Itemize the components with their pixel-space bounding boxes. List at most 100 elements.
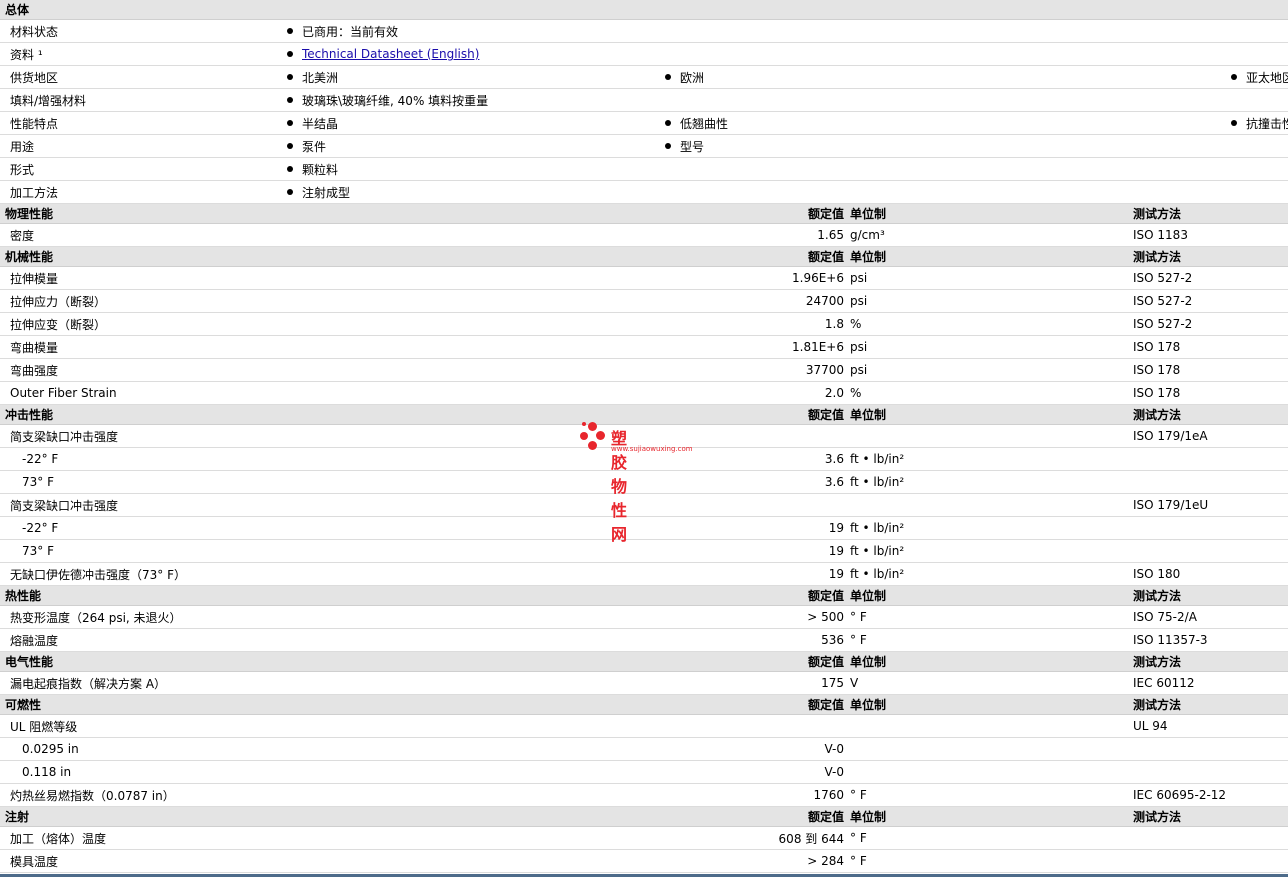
property-value (665, 493, 850, 517)
property-value: 3.6 (665, 470, 850, 494)
bullet-icon (665, 143, 671, 149)
property-value: 1.96E+6 (665, 266, 850, 290)
method-header: 测试方法 (1133, 203, 1288, 224)
item-cell: 抗撞击性，良好 (1133, 111, 1288, 135)
test-method: IEC 60112 (1133, 671, 1288, 695)
property-label: Outer Fiber Strain (0, 381, 665, 405)
test-method (1133, 539, 1288, 563)
item-cell: 型号 (665, 134, 1288, 158)
item-cell: 玻璃珠\玻璃纤维, 40% 填料按重量 (287, 88, 1288, 112)
test-method: ISO 178 (1133, 381, 1288, 405)
section-header: 物理性能 额定值 单位制 测试方法 (0, 203, 1288, 224)
property-row: -22° F 19 ft • lb/in² (0, 516, 1288, 540)
section-title: 电气性能 (0, 651, 665, 672)
property-label: 拉伸应力（断裂） (0, 289, 665, 313)
property-row: Outer Fiber Strain 2.0% ISO 178 (0, 381, 1288, 405)
property-label: 灼热丝易燃指数（0.0787 in） (0, 783, 665, 807)
test-method: ISO 178 (1133, 335, 1288, 359)
item-cell: 颗粒料 (287, 157, 1288, 181)
property-value: 19 (665, 516, 850, 540)
general-row: 供货地区北美洲 欧洲 亚太地区 (0, 65, 1288, 89)
property-unit: psi (850, 358, 1133, 382)
item-text: 型号 (680, 139, 705, 154)
test-method: IEC 60695-2-12 (1133, 783, 1288, 807)
unit-header: 单位制 (850, 404, 1133, 425)
datasheet-table: 总体 材料状态 已商用：当前有效 资料 ¹ Technical Datasheet (E… (0, 0, 1288, 873)
value-header: 额定值 (665, 651, 850, 672)
item-text: 玻璃珠\玻璃纤维, 40% 填料按重量 (302, 93, 489, 108)
bullet-icon (287, 189, 293, 195)
item-text: 北美洲 (302, 70, 339, 85)
general-row: 用途 泵件 型号 (0, 134, 1288, 158)
property-unit: ft • lb/in² (850, 447, 1133, 471)
item-cell: 泵件 (287, 134, 665, 158)
section-title: 总体 (0, 0, 1288, 20)
method-header: 测试方法 (1133, 404, 1288, 425)
property-row: 无缺口伊佐德冲击强度（73° F） 19 ft • lb/in² ISO 180 (0, 562, 1288, 586)
property-unit (850, 714, 1133, 738)
property-label: -22° F (0, 516, 665, 540)
item-text: 泵件 (302, 139, 327, 154)
property-row: 73° F 3.6 ft • lb/in² (0, 470, 1288, 494)
item-text: 已商用：当前有效 (302, 24, 399, 39)
property-value: 1760 (665, 783, 850, 807)
property-unit (850, 737, 1133, 761)
property-unit (850, 493, 1133, 517)
unit-header: 单位制 (850, 651, 1133, 672)
property-unit: ° F (850, 605, 1133, 629)
test-method: UL 94 (1133, 714, 1288, 738)
property-row: 漏电起痕指数（解决方案 A） 175 V IEC 60112 (0, 671, 1288, 695)
property-label: 简支梁缺口冲击强度 (0, 424, 665, 448)
general-row: 资料 ¹ Technical Datasheet (English) (0, 42, 1288, 66)
property-row: 73° F 19 ft • lb/in² (0, 539, 1288, 563)
method-header: 测试方法 (1133, 585, 1288, 606)
test-method (1133, 516, 1288, 540)
section-header: 电气性能 额定值 单位制 测试方法 (0, 651, 1288, 672)
property-row: 0.0295 in V-0 (0, 737, 1288, 761)
value-header: 额定值 (665, 246, 850, 267)
property-value: 19 (665, 539, 850, 563)
test-method: ISO 178 (1133, 358, 1288, 382)
datasheet-link[interactable]: Technical Datasheet (English) (302, 47, 479, 61)
property-unit: psi (850, 335, 1133, 359)
property-unit: ft • lb/in² (850, 539, 1133, 563)
test-method (1133, 760, 1288, 784)
bullet-icon (287, 50, 293, 57)
property-value: > 284 (665, 849, 850, 873)
property-label: 供货地区 (0, 65, 287, 89)
property-row: 简支梁缺口冲击强度 ISO 179/1eU (0, 493, 1288, 517)
property-value: 1.81E+6 (665, 335, 850, 359)
item-cell: 已商用：当前有效 (287, 19, 1288, 43)
property-value: 608 到 644 (665, 826, 850, 850)
property-label: 0.0295 in (0, 737, 665, 761)
property-row: 0.118 in V-0 (0, 760, 1288, 784)
bullet-icon (287, 28, 293, 34)
test-method (1133, 826, 1288, 850)
property-label: 模具温度 (0, 849, 665, 873)
property-value (665, 714, 850, 738)
bullet-icon (287, 143, 293, 149)
property-label: 漏电起痕指数（解决方案 A） (0, 671, 665, 695)
property-unit: % (850, 312, 1133, 336)
item-text: 注射成型 (302, 185, 351, 200)
property-value: V-0 (665, 760, 850, 784)
unit-header: 单位制 (850, 203, 1133, 224)
property-row: 密度 1.65 g/cm³ ISO 1183 (0, 223, 1288, 247)
property-label: 73° F (0, 539, 665, 563)
property-label: 资料 ¹ (0, 42, 287, 66)
property-label: 熔融温度 (0, 628, 665, 652)
value-header: 额定值 (665, 203, 850, 224)
property-value: 3.6 (665, 447, 850, 471)
property-unit (850, 424, 1133, 448)
unit-header: 单位制 (850, 806, 1133, 827)
property-value: V-0 (665, 737, 850, 761)
section-header: 冲击性能 额定值 单位制 测试方法 (0, 404, 1288, 425)
property-value: 37700 (665, 358, 850, 382)
section-title: 可燃性 (0, 694, 665, 715)
property-value: 19 (665, 562, 850, 586)
test-method: ISO 179/1eU (1133, 493, 1288, 517)
property-unit: ft • lb/in² (850, 470, 1133, 494)
general-row: 材料状态 已商用：当前有效 (0, 19, 1288, 43)
property-value: 1.65 (665, 223, 850, 247)
method-header: 测试方法 (1133, 806, 1288, 827)
